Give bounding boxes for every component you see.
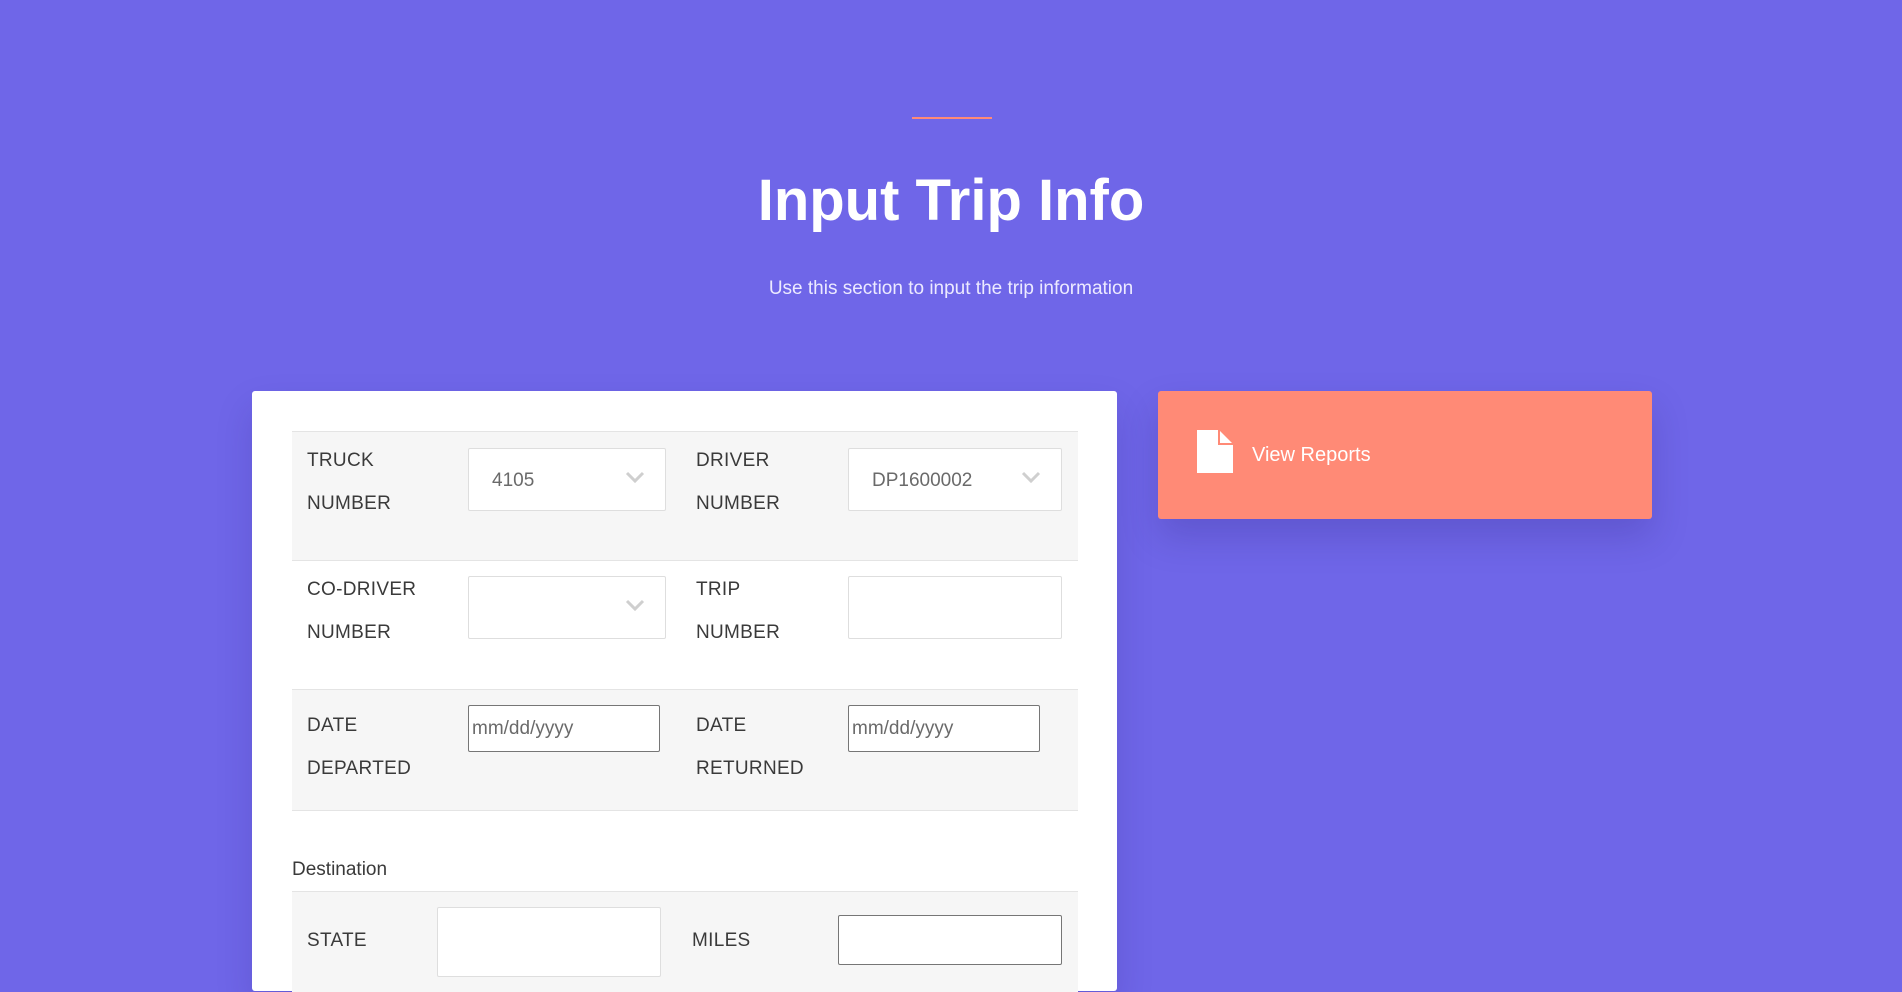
form-row-truck-driver: TRUCK NUMBER 4105 DRIVER NUMBER DP160000… [292, 431, 1078, 560]
date-returned-label-line2: RETURNED [696, 758, 804, 779]
truck-number-label-line1: TRUCK [307, 450, 374, 471]
date-returned-label: DATE RETURNED [696, 704, 804, 790]
driver-number-value: DP1600002 [872, 470, 973, 491]
date-departed-label-line2: DEPARTED [307, 758, 412, 779]
trip-number-input[interactable] [848, 576, 1062, 639]
trip-number-label-line2: NUMBER [696, 622, 781, 643]
page-subtitle: Use this section to input the trip infor… [768, 278, 1134, 299]
form-row-codriver-trip: CO-DRIVER NUMBER TRIP NUMBER [292, 560, 1078, 689]
trip-number-label: TRIP NUMBER [696, 568, 780, 654]
date-returned-input[interactable]: mm/dd/yyyy [848, 705, 1040, 752]
truck-number-value: 4105 [492, 470, 535, 491]
miles-label: MILES [692, 930, 751, 951]
trip-form-table: TRUCK NUMBER 4105 DRIVER NUMBER DP160000… [292, 431, 1078, 811]
state-input[interactable] [437, 907, 661, 977]
trip-form-card: TRUCK NUMBER 4105 DRIVER NUMBER DP160000… [252, 391, 1117, 992]
title-accent-line [912, 117, 992, 119]
destination-row: STATE MILES [292, 891, 1078, 992]
truck-number-label-line2: NUMBER [307, 493, 392, 514]
view-reports-label: View Reports [1252, 444, 1371, 466]
driver-number-label-line1: DRIVER [696, 450, 770, 471]
chevron-down-icon [1021, 471, 1041, 484]
form-row-dates: DATE DEPARTED mm/dd/yyyy DATE RETURNED m… [292, 689, 1078, 811]
document-icon [1197, 430, 1233, 473]
miles-input[interactable] [838, 915, 1062, 965]
co-driver-number-label-line2: NUMBER [307, 622, 392, 643]
driver-number-label: DRIVER NUMBER [696, 439, 780, 525]
co-driver-number-label-line1: CO-DRIVER [307, 579, 417, 600]
trip-number-label-line1: TRIP [696, 579, 741, 600]
chevron-down-icon [625, 471, 645, 484]
truck-number-label: TRUCK NUMBER [307, 439, 391, 525]
view-reports-button[interactable]: View Reports [1158, 391, 1652, 519]
state-label: STATE [307, 930, 367, 951]
driver-number-label-line2: NUMBER [696, 493, 781, 514]
chevron-down-icon [625, 599, 645, 612]
date-departed-label: DATE DEPARTED [307, 704, 411, 790]
page-title: Input Trip Info [757, 168, 1145, 233]
co-driver-number-select[interactable] [468, 576, 666, 639]
truck-number-select[interactable]: 4105 [468, 448, 666, 511]
date-departed-label-line1: DATE [307, 715, 358, 736]
driver-number-select[interactable]: DP1600002 [848, 448, 1062, 511]
co-driver-number-label: CO-DRIVER NUMBER [307, 568, 416, 654]
date-departed-input[interactable]: mm/dd/yyyy [468, 705, 660, 752]
date-returned-label-line1: DATE [696, 715, 747, 736]
destination-heading: Destination [292, 859, 388, 880]
